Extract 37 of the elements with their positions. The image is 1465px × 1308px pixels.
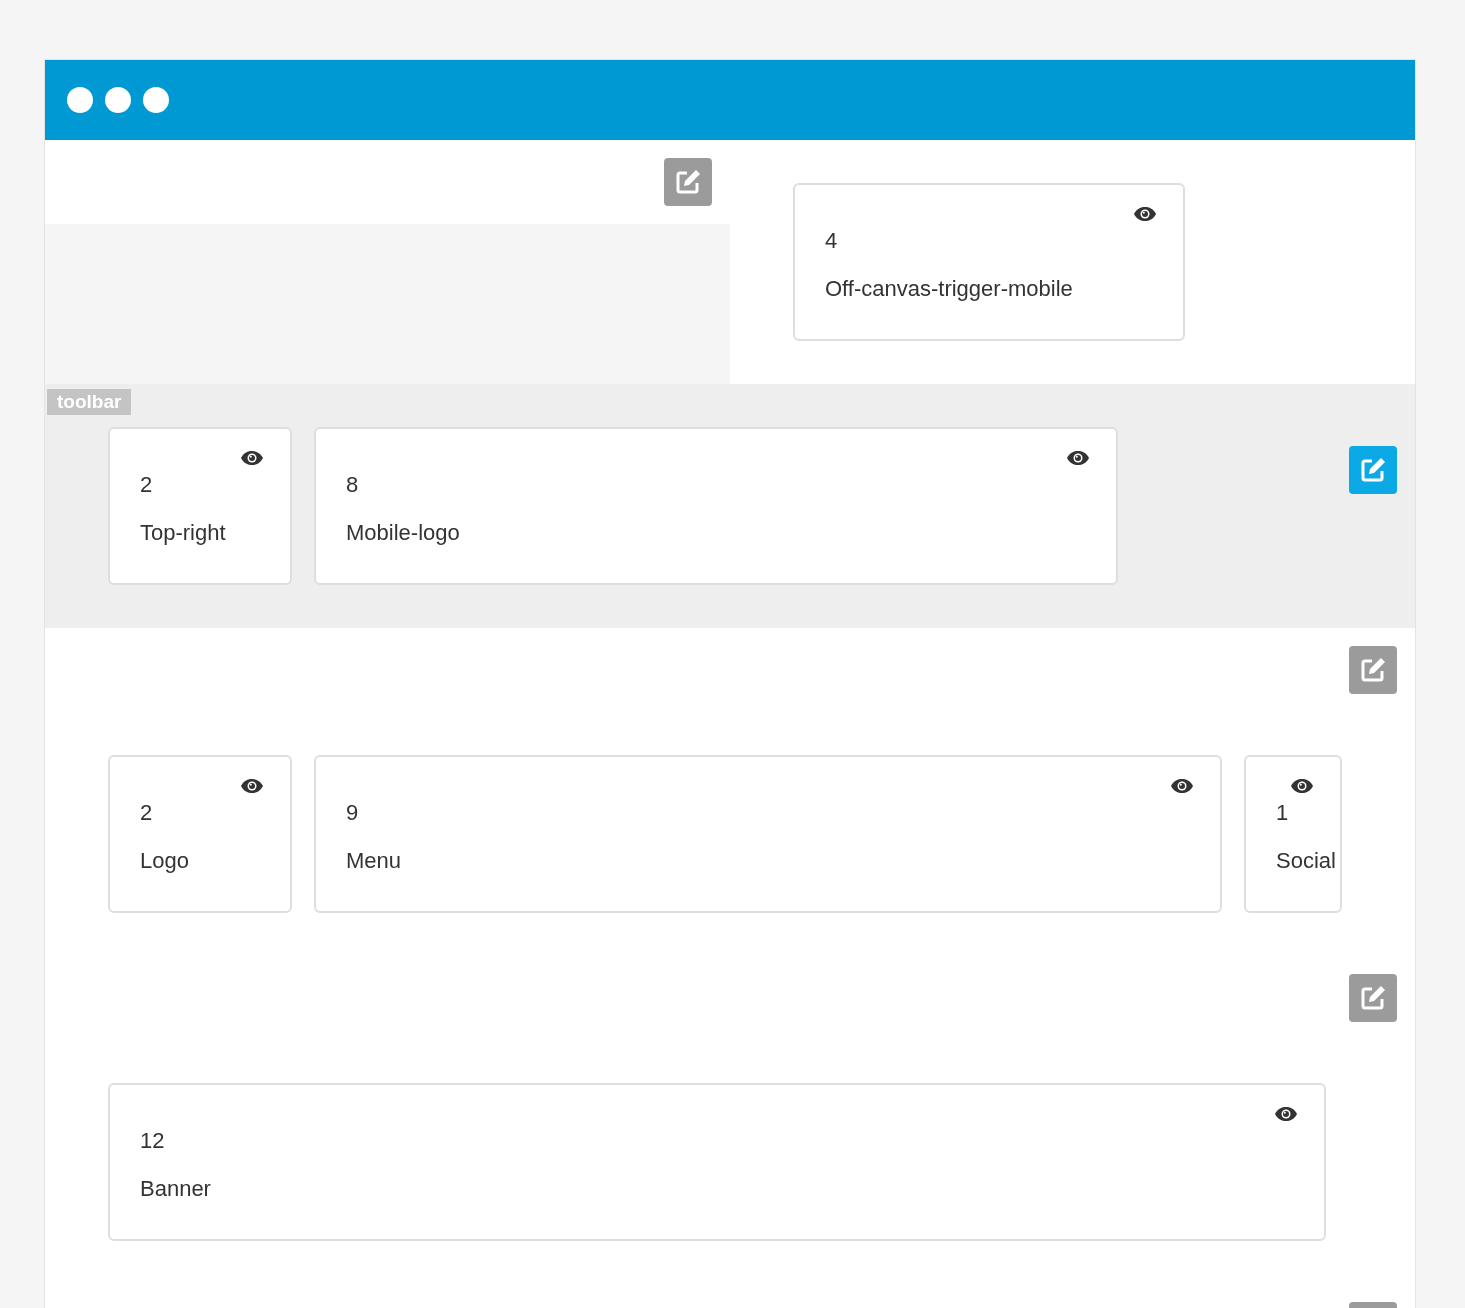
module-name: Menu	[346, 847, 402, 875]
eye-icon[interactable]	[1170, 778, 1194, 794]
eye-icon[interactable]	[240, 778, 264, 794]
edit-icon	[1360, 657, 1386, 683]
module-card[interactable]: 12 Banner	[108, 1083, 1326, 1241]
module-name: Off-canvas-trigger-mobile	[825, 275, 1073, 303]
module-position-number: 2	[140, 799, 153, 827]
module-position-number: 9	[346, 799, 359, 827]
module-card[interactable]: 2 Logo	[108, 755, 292, 913]
eye-icon[interactable]	[1133, 206, 1157, 222]
section-label: toolbar	[47, 389, 132, 415]
module-card[interactable]: 8 Mobile-logo	[314, 427, 1118, 585]
edit-button[interactable]	[664, 158, 712, 206]
module-name: Mobile-logo	[346, 519, 460, 547]
eye-icon[interactable]	[240, 450, 264, 466]
module-card[interactable]: 9 Menu	[314, 755, 1222, 913]
module-position-number: 2	[140, 471, 153, 499]
module-name: Banner	[140, 1175, 211, 1203]
module-position-number: 8	[346, 471, 359, 499]
module-name: Social	[1276, 847, 1336, 875]
edit-button[interactable]	[1349, 446, 1397, 494]
edit-button[interactable]	[1349, 974, 1397, 1022]
module-position-number: 4	[825, 227, 838, 255]
edit-button[interactable]	[1349, 646, 1397, 694]
module-position-number: 12	[140, 1127, 165, 1155]
module-card[interactable]: 2 Top-right	[108, 427, 292, 585]
edit-icon	[1360, 985, 1386, 1011]
eye-icon[interactable]	[1290, 778, 1314, 794]
edit-icon	[1360, 457, 1386, 483]
module-position-number: 1	[1276, 799, 1289, 827]
edit-icon	[675, 169, 701, 195]
module-card[interactable]: 1 Social	[1244, 755, 1342, 913]
module-name: Top-right	[140, 519, 226, 547]
eye-icon[interactable]	[1274, 1106, 1298, 1122]
module-name: Logo	[140, 847, 189, 875]
eye-icon[interactable]	[1066, 450, 1090, 466]
module-card[interactable]: 4 Off-canvas-trigger-mobile	[793, 183, 1185, 341]
